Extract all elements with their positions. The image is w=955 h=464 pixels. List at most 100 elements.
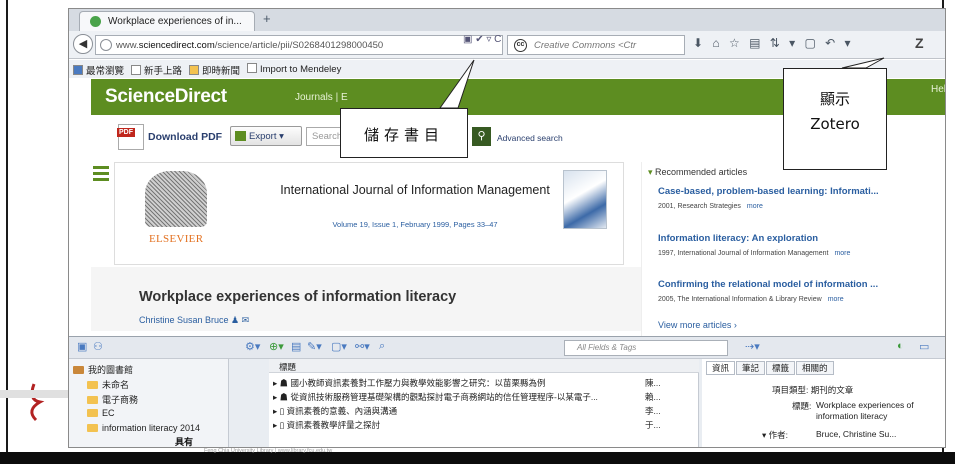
item-creator: 賴...: [645, 392, 661, 402]
volume-line[interactable]: Volume 19, Issue 1, February 1999, Pages…: [265, 220, 565, 229]
back-button[interactable]: ◀: [73, 34, 93, 54]
bookmark-icon: [73, 65, 83, 75]
collection-item[interactable]: 未命名: [87, 378, 129, 391]
collection-label: EC: [102, 408, 115, 418]
item-title: 資訊素養教學評量之探討: [286, 420, 381, 430]
author-name: Christine Susan Bruce: [139, 315, 229, 325]
folder-icon: [87, 381, 98, 389]
help-link[interactable]: Help: [931, 84, 945, 95]
advanced-search-link[interactable]: Advanced search: [497, 133, 563, 143]
tab-info[interactable]: 資訊: [706, 361, 736, 375]
column-header-title[interactable]: 標題: [269, 359, 699, 373]
zotero-button[interactable]: Z: [915, 35, 924, 51]
meta-text: 2001, Research Strategies: [658, 203, 741, 210]
sync-status-icon[interactable]: ◐: [897, 340, 904, 352]
footer-text: Feng Chia University Library | www.libra…: [204, 448, 333, 454]
search-placeholder: Creative Commons <Ctr: [534, 40, 637, 51]
recommended-item-title[interactable]: Confirming the relational model of infor…: [658, 279, 878, 290]
item-row[interactable]: ▸ ☗ 國小教師資訊素養對工作壓力與教學效能影響之研究：以苗栗縣為例 陳...: [273, 377, 693, 391]
attach-icon[interactable]: ✎▾: [307, 340, 322, 353]
journal-cover-image: [563, 170, 607, 229]
search-icon[interactable]: ⚲: [472, 127, 491, 146]
library-root[interactable]: 我的圖書館: [73, 363, 133, 376]
bookmark-getting-started[interactable]: 新手上路: [131, 63, 182, 77]
tab-article[interactable]: Workplace experiences of in...: [79, 11, 255, 31]
url-tools-icons[interactable]: ▣ ✔ ▿ C: [463, 34, 501, 45]
fcu-logo-strip: [0, 383, 68, 422]
recommended-item-title[interactable]: Case-based, problem-based learning: Info…: [658, 186, 879, 197]
view-more-link[interactable]: View more articles ›: [658, 320, 737, 330]
tab-related[interactable]: 相關的: [796, 361, 834, 375]
pdf-icon[interactable]: [117, 124, 144, 150]
toolbar-icons[interactable]: ⬇ ⌂ ☆ ▤ ⇅ ▾ ▢ ↶ ▾: [693, 36, 854, 50]
bookmark-news[interactable]: 即時新聞: [189, 63, 240, 77]
url-prefix: www.: [116, 40, 139, 51]
collection-item[interactable]: information literacy 2014: [87, 423, 200, 433]
bookmark-mendeley[interactable]: Import to Mendeley: [247, 63, 341, 75]
item-title: 國小教師資訊素養對工作壓力與教學效能影響之研究：以苗栗縣為例: [290, 378, 546, 388]
more-link[interactable]: more: [747, 203, 763, 210]
bookmark-most-visited[interactable]: 最常瀏覽: [73, 63, 124, 77]
export-label: Export: [249, 131, 277, 142]
note-icon[interactable]: ▢▾: [331, 340, 347, 353]
more-link[interactable]: more: [828, 296, 844, 303]
new-tab-button[interactable]: +: [263, 11, 271, 26]
fullscreen-icon[interactable]: ▭: [919, 340, 929, 353]
author-field-value[interactable]: Bruce, Christine Su...: [816, 429, 896, 439]
search-box[interactable]: cc Creative Commons <Ctr: [507, 35, 685, 55]
sd-nav-links[interactable]: Journals | E: [295, 92, 348, 103]
elsevier-logo-text: ELSEVIER: [149, 233, 204, 245]
add-by-identifier-icon[interactable]: ▤: [291, 340, 301, 353]
recommended-item-title[interactable]: Information literacy: An exploration: [658, 233, 818, 244]
link-icon[interactable]: ⚯▾: [355, 340, 370, 353]
zotero-search-input[interactable]: All Fields & Tags: [564, 340, 728, 356]
journal-card: ELSEVIER International Journal of Inform…: [114, 162, 624, 265]
elsevier-tree-logo: [145, 171, 207, 227]
author-link[interactable]: Christine Susan Bruce ♟ ✉: [139, 315, 249, 326]
tab-notes[interactable]: 筆記: [736, 361, 766, 375]
menu-icon[interactable]: [93, 166, 109, 184]
rss-icon: [189, 65, 199, 75]
footer-glyph: 具有: [175, 437, 194, 447]
zotero-item-pane: 資訊 筆記 標籤 相關的 項目類型: 期刊的文章 標題: Workplace expe…: [702, 359, 945, 447]
collection-item[interactable]: EC: [87, 408, 115, 418]
item-creator: 于...: [645, 420, 661, 430]
tab-bar: Workplace experiences of in... +: [69, 9, 945, 31]
tab-tags[interactable]: 標籤: [766, 361, 796, 375]
author-field-label: ▾ 作者:: [762, 430, 789, 440]
url-domain: sciencedirect.com: [138, 40, 215, 51]
item-type-field: 項目類型: 期刊的文章: [772, 385, 854, 395]
callout-save-bibliography: 儲存書目: [340, 108, 468, 158]
sync-icon[interactable]: ⇢▾: [745, 340, 760, 353]
folder-icon: [87, 396, 98, 404]
title-field-label: 標題:: [792, 401, 812, 411]
actions-gear-icon[interactable]: ⚙▾: [245, 340, 260, 353]
item-creator: 陳...: [645, 378, 661, 388]
item-row[interactable]: ▸ ☗ 從資訊技術服務管理基礎架構的觀點探討電子商務網站的信任管理程序-以某電子…: [273, 391, 693, 405]
new-item-icon[interactable]: ⊕▾: [269, 340, 284, 353]
more-link[interactable]: more: [834, 250, 850, 257]
collection-label: information literacy 2014: [102, 423, 201, 433]
download-pdf-link[interactable]: Download PDF: [148, 131, 222, 143]
slide-frame: Workplace experiences of in... + ◀ www.s…: [0, 0, 955, 464]
zotero-pane: ▣ ⚇ ⚙▾ ⊕▾ ▤ ✎▾ ▢▾ ⚯▾ ⌕ All Fields & Tags…: [69, 336, 945, 447]
author-label: 作者:: [768, 430, 789, 440]
collection-label: 電子商務: [102, 395, 139, 405]
creative-commons-icon: cc: [514, 39, 527, 52]
locate-icon[interactable]: ⌕: [379, 340, 385, 353]
recommended-heading[interactable]: Recommended articles: [648, 167, 747, 178]
zotero-collections: 我的圖書館 未命名 電子商務 EC information literacy 2…: [69, 359, 229, 447]
item-row[interactable]: ▸ ▯ 資訊素養教學評量之探討 于...: [273, 419, 693, 433]
journal-title[interactable]: International Journal of Information Man…: [265, 183, 565, 198]
new-collection-icon[interactable]: ▣: [77, 340, 87, 353]
zotero-toolbar: ▣ ⚇ ⚙▾ ⊕▾ ▤ ✎▾ ▢▾ ⚯▾ ⌕ All Fields & Tags…: [69, 337, 945, 359]
export-button[interactable]: Export ▾: [230, 126, 302, 146]
new-group-icon[interactable]: ⚇: [93, 340, 103, 353]
sciencedirect-logo[interactable]: ScienceDirect: [105, 86, 227, 108]
folder-icon: [87, 409, 98, 417]
item-row[interactable]: ▸ ▯ 資訊素養的意義、內涵與溝通 李...: [273, 405, 693, 419]
collection-item[interactable]: 電子商務: [87, 393, 138, 406]
callout-line-2: Zotero: [810, 115, 860, 133]
url-bar[interactable]: www.sciencedirect.com/science/article/pi…: [95, 35, 503, 55]
title-field-value[interactable]: Workplace experiences of information lit…: [816, 400, 942, 422]
